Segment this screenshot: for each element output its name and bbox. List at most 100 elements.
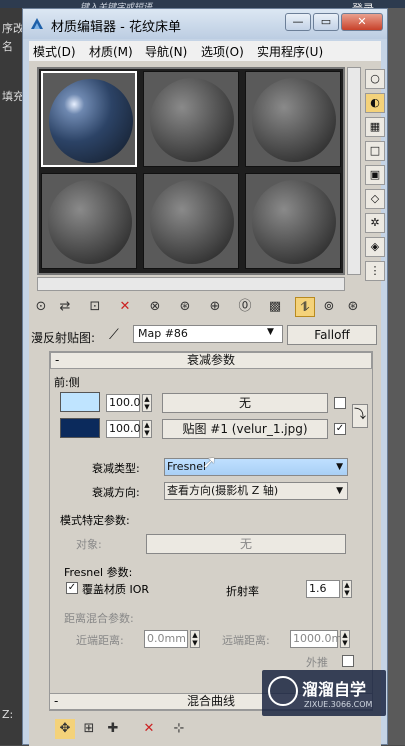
falloff-type-value: Fresnel (167, 460, 207, 473)
map-type-button[interactable]: Falloff (287, 325, 377, 345)
object-label: 对象: (76, 538, 102, 551)
video-color-check-icon[interactable]: ▣ (365, 165, 385, 185)
side-map-checkbox[interactable]: ✓ (334, 423, 346, 435)
material-sphere (252, 78, 336, 162)
far-distance-spinner[interactable]: 1000.0m (290, 630, 342, 648)
delete-point-icon[interactable]: ✕ (139, 719, 159, 739)
spinner-arrows[interactable]: ▲ ▼ (190, 630, 200, 648)
host-title-bar (0, 0, 405, 8)
material-sphere (150, 78, 234, 162)
falloff-type-dropdown[interactable]: Fresnel ▼ (164, 458, 348, 476)
extrapolate-label: 外推 (306, 656, 328, 669)
make-unique-icon[interactable]: ⊛ (175, 297, 195, 317)
blend-curve-title: 混合曲线 (186, 694, 235, 708)
show-end-result-icon[interactable]: ⥮ (295, 297, 315, 317)
rollout-header[interactable]: - 衰减参数 (50, 352, 372, 369)
title-bar[interactable]: 材质编辑器 - 花纹床单 — ▭ ✕ (23, 9, 387, 39)
restore-button[interactable]: ▭ (313, 13, 339, 31)
collapse-icon: - (55, 353, 60, 367)
put-to-library-icon[interactable]: ⊕ (205, 297, 225, 317)
falloff-direction-label: 衰减方向: (92, 486, 140, 499)
assign-to-selection-icon[interactable]: ⊡ (85, 297, 105, 317)
material-map-navigator-icon[interactable]: ⋮ (365, 261, 385, 281)
go-forward-to-sibling-icon[interactable]: ⊛ (343, 297, 363, 317)
ior-label: 折射率 (226, 585, 259, 598)
chevron-down-icon[interactable]: ▼ (267, 327, 274, 337)
sample-slot[interactable] (245, 173, 341, 269)
background-checker-icon[interactable]: ▦ (365, 117, 385, 137)
sample-slot[interactable] (41, 173, 137, 269)
menu-material[interactable]: 材质(M) (89, 43, 133, 60)
sample-slot[interactable] (143, 173, 239, 269)
override-ior-checkbox[interactable]: ✓ (66, 582, 78, 594)
editor-client-area: ○ ◐ ▦ □ ▣ ◇ ✲ ◈ ⋮ ⊙ ⇄ ⊡ ✕ ⊗ ⊛ ⊕ ⓪ ▩ ⥮ ⊚ … (29, 61, 385, 746)
make-preview-icon[interactable]: ◇ (365, 189, 385, 209)
backlight-icon[interactable]: ◐ (365, 93, 385, 113)
material-toolbar: ⊙ ⇄ ⊡ ✕ ⊗ ⊛ ⊕ ⓪ ▩ ⥮ ⊚ ⊛ (29, 295, 381, 319)
material-sphere (49, 79, 133, 163)
material-id-channel-icon[interactable]: ⓪ (235, 297, 255, 317)
near-distance-spinner[interactable]: 0.0mm (144, 630, 188, 648)
extrapolate-checkbox[interactable] (342, 655, 354, 667)
front-map-button[interactable]: 无 (162, 393, 328, 413)
sample-type-icon[interactable]: ○ (365, 69, 385, 89)
object-pick-button[interactable]: 无 (146, 534, 346, 554)
show-map-in-viewport-icon[interactable]: ▩ (265, 297, 285, 317)
front-amount-spinner[interactable]: 100.0 (106, 394, 141, 412)
pipette-icon[interactable]: ⟋ (109, 327, 119, 343)
sample-slot[interactable] (143, 71, 239, 167)
falloff-direction-value: 查看方向(摄影机 Z 轴) (167, 484, 279, 497)
spinner-arrows[interactable]: ▲ ▼ (142, 420, 152, 438)
menu-navigation[interactable]: 导航(N) (145, 43, 187, 60)
ior-spinner[interactable]: 1.6 (306, 580, 340, 598)
options-icon[interactable]: ✲ (365, 213, 385, 233)
side-color-swatch[interactable] (60, 418, 100, 438)
diffuse-map-label: 漫反射贴图: (31, 331, 96, 345)
go-to-parent-icon[interactable]: ⊚ (319, 297, 339, 317)
sample-slot[interactable] (245, 71, 341, 167)
swap-colors-icon[interactable]: ⤵ (352, 404, 368, 428)
get-material-icon[interactable]: ⊙ (31, 297, 51, 317)
front-color-swatch[interactable] (60, 392, 100, 412)
watermark-name: 溜溜自学 (302, 680, 367, 699)
sample-uv-tiling-icon[interactable]: □ (365, 141, 385, 161)
slots-horizontal-scrollbar[interactable] (37, 277, 345, 291)
spinner-arrows[interactable]: ▲ ▼ (340, 630, 350, 648)
override-ior-label: 覆盖材质 IOR (82, 583, 150, 596)
fresnel-params-title: Fresnel 参数: (64, 566, 133, 579)
menu-bar: 模式(D) 材质(M) 导航(N) 选项(O) 实用程序(U) (29, 41, 381, 61)
spinner-arrows[interactable]: ▲ ▼ (142, 394, 152, 412)
distance-blend-title: 距离混合参数: (64, 612, 134, 625)
front-map-checkbox[interactable] (334, 397, 346, 409)
insert-point-icon[interactable]: ⊹ (169, 719, 189, 739)
side-amount-spinner[interactable]: 100.0 (106, 420, 141, 438)
scale-point-icon[interactable]: ⊞ (79, 719, 99, 739)
minimize-button[interactable]: — (285, 13, 311, 31)
chevron-down-icon: ▼ (336, 462, 343, 472)
near-distance-label: 近端距离: (76, 634, 124, 647)
close-button[interactable]: ✕ (341, 13, 383, 31)
material-sphere (150, 180, 234, 264)
material-sphere (48, 180, 132, 264)
map-name-field[interactable]: Map #86 (133, 325, 283, 343)
put-to-scene-icon[interactable]: ⇄ (55, 297, 75, 317)
slots-vertical-scrollbar[interactable] (347, 67, 361, 275)
falloff-direction-dropdown[interactable]: 查看方向(摄影机 Z 轴) ▼ (164, 482, 348, 500)
menu-options[interactable]: 选项(O) (201, 43, 244, 60)
make-copy-icon[interactable]: ⊗ (145, 297, 165, 317)
spinner-arrows[interactable]: ▲ ▼ (342, 580, 352, 598)
select-by-material-icon[interactable]: ◈ (365, 237, 385, 257)
app-icon (31, 18, 43, 29)
collapse-icon: - (54, 694, 59, 708)
material-sphere (252, 180, 336, 264)
menu-utilities[interactable]: 实用程序(U) (257, 43, 323, 60)
front-side-label: 前:侧 (54, 376, 80, 389)
move-icon[interactable]: ✥ (55, 719, 75, 739)
reset-map-icon[interactable]: ✕ (115, 297, 135, 317)
add-point-icon[interactable]: ✚ (103, 719, 123, 739)
falloff-parameters-rollout: - 衰减参数 前:侧 100.0 ▲ ▼ 无 100.0 ▲ ▼ 贴图 #1 (ve… (49, 351, 373, 711)
sample-slot[interactable] (41, 71, 137, 167)
side-map-button[interactable]: 贴图 #1 (velur_1.jpg) (162, 419, 328, 439)
menu-mode[interactable]: 模式(D) (33, 43, 76, 60)
window-title: 材质编辑器 - 花纹床单 (51, 20, 181, 35)
